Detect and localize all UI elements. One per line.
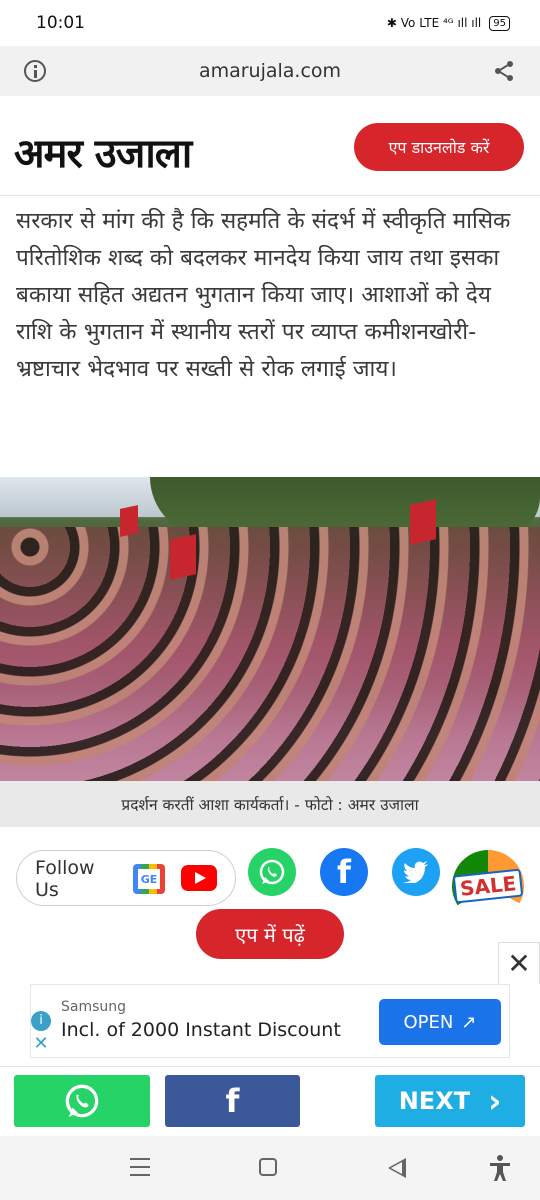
status-indicators: ✱ Vo LTE ⁴ᴳ ıll ıll 95	[386, 15, 510, 31]
twitter-icon	[403, 861, 428, 883]
article-photo[interactable]	[0, 477, 540, 781]
browser-url-bar[interactable]: amarujala.com	[0, 46, 540, 96]
youtube-icon[interactable]	[181, 865, 217, 891]
twitter-follow-button[interactable]	[392, 848, 440, 896]
ad-open-label: OPEN	[403, 1011, 454, 1033]
facebook-share-button[interactable]: f	[165, 1075, 300, 1127]
site-logo[interactable]: अमर उजाला	[14, 124, 192, 179]
home-icon[interactable]	[259, 1158, 277, 1176]
sale-badge[interactable]: SALE	[452, 850, 524, 922]
signal-icons: ✱ Vo LTE ⁴ᴳ ıll ıll	[386, 16, 482, 30]
next-label: NEXT	[398, 1087, 471, 1115]
next-article-button[interactable]: NEXT ›	[375, 1075, 525, 1127]
ad-open-button[interactable]: OPEN ↗	[379, 999, 501, 1045]
ad-spacer	[0, 1058, 540, 1066]
back-icon[interactable]	[388, 1158, 406, 1178]
whatsapp-icon	[259, 859, 285, 885]
whatsapp-icon	[65, 1084, 99, 1118]
share-icon[interactable]	[492, 59, 516, 83]
photo-flag	[170, 534, 196, 580]
article-paragraph: सरकार से मांग की है कि सहमति के संदर्भ म…	[16, 208, 511, 382]
photo-flag	[120, 505, 138, 537]
chevron-right-icon: ›	[488, 1082, 502, 1120]
facebook-icon: f	[225, 1082, 240, 1120]
battery-icon: 95	[489, 15, 510, 31]
sale-label: SALE	[452, 868, 524, 904]
ad-choices[interactable]: i ✕	[31, 1011, 53, 1054]
url-text[interactable]: amarujala.com	[199, 60, 341, 82]
google-news-icon[interactable]: GE	[133, 864, 165, 894]
facebook-icon: f	[337, 853, 351, 891]
whatsapp-share-button[interactable]	[14, 1075, 150, 1127]
photo-crowd	[0, 527, 540, 781]
external-link-icon: ↗	[461, 1011, 477, 1033]
recent-apps-icon[interactable]	[130, 1158, 150, 1176]
whatsapp-follow-button[interactable]	[248, 848, 296, 896]
bottom-share-bar: f NEXT ›	[0, 1066, 540, 1136]
ad-close-button[interactable]: ✕	[498, 942, 540, 984]
photo-caption: प्रदर्शन करतीं आशा कार्यकर्ता। - फोटो : …	[0, 781, 540, 827]
site-header: अमर उजाला एप डाउनलोड करें	[0, 96, 540, 196]
follow-us-label: Follow Us	[35, 857, 95, 901]
photo-flag	[410, 499, 436, 545]
app-download-button[interactable]: एप डाउनलोड करें	[354, 123, 524, 171]
system-nav-bar	[0, 1136, 540, 1200]
ad-banner[interactable]: i ✕ Samsung Incl. of 2000 Instant Discou…	[30, 984, 510, 1058]
facebook-follow-button[interactable]: f	[320, 848, 368, 896]
ad-text: Incl. of 2000 Instant Discount	[61, 1019, 341, 1041]
status-time: 10:01	[36, 13, 85, 33]
read-in-app-button[interactable]: एप में पढ़ें	[196, 909, 344, 959]
site-info-icon[interactable]	[24, 60, 46, 82]
ad-brand: Samsung	[61, 999, 127, 1015]
follow-us-box: Follow Us GE	[16, 850, 236, 906]
status-bar: 10:01 ✱ Vo LTE ⁴ᴳ ıll ıll 95	[0, 0, 540, 46]
screen: 10:01 ✱ Vo LTE ⁴ᴳ ıll ıll 95 amarujala.c…	[0, 0, 540, 1200]
ad-info-icon[interactable]: i	[31, 1011, 51, 1031]
accessibility-icon[interactable]	[488, 1154, 512, 1182]
ad-dismiss-icon[interactable]: ✕	[31, 1034, 51, 1054]
google-news-text: GE	[138, 869, 160, 889]
